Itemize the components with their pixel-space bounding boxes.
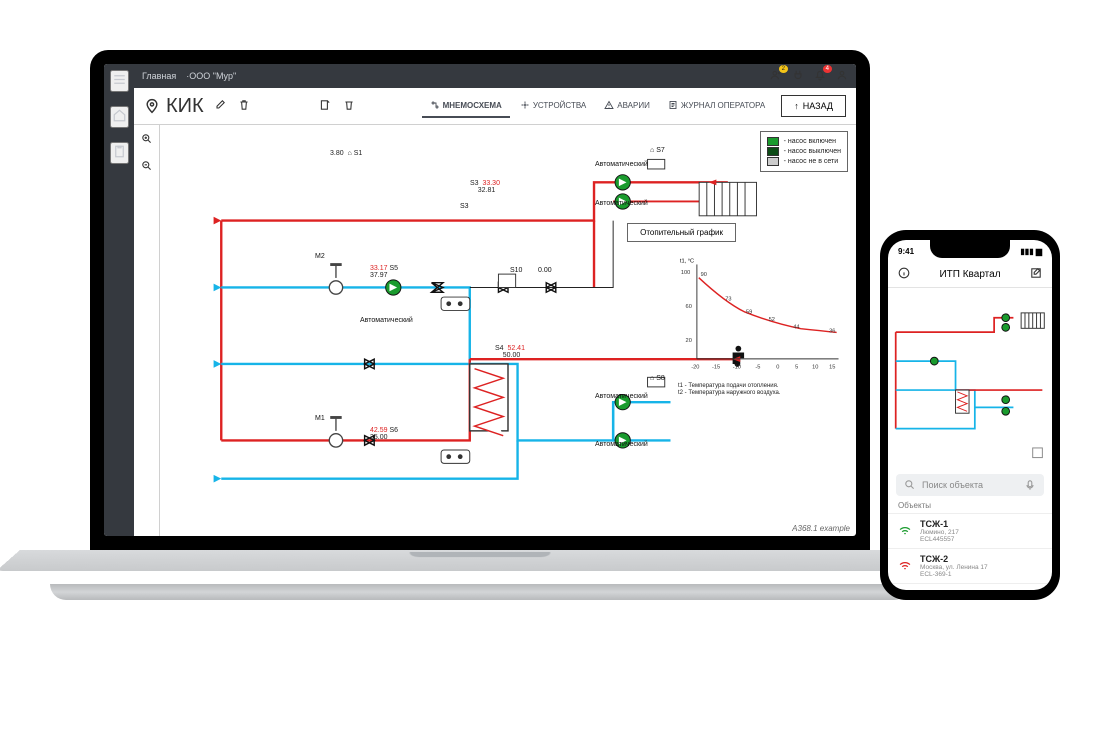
label-auto-5: Автоматический [595, 441, 648, 448]
svg-text:0: 0 [776, 364, 779, 370]
sensor-s4: S4 52.41 50.00 [495, 345, 525, 359]
phone-schematic[interactable] [888, 288, 1052, 468]
svg-text:59: 59 [746, 310, 752, 316]
phone-search-placeholder: Поиск объекта [922, 480, 983, 490]
app-sidebar [104, 64, 134, 536]
crumb-org[interactable]: ООО "Мур" [189, 71, 236, 81]
schematic-canvas[interactable]: 3.80 ⌂ S1 S3 33.30 32.81 S3 Автоматическ… [160, 125, 856, 536]
bell-badge: 4 [823, 65, 832, 73]
object-row-2[interactable]: ТСЖ-2 Москва, ул. Ленина 17 ECL-369-1 [888, 548, 1052, 583]
svg-text:10: 10 [812, 364, 818, 370]
object-row-1[interactable]: ТСЖ-1 Люмино, 217 ECL445557 [888, 513, 1052, 548]
svg-text:15: 15 [829, 364, 835, 370]
svg-text:t1, °C: t1, °C [680, 259, 694, 265]
svg-text:90: 90 [701, 272, 707, 278]
label-s10: S10 [510, 267, 522, 274]
tab-devices[interactable]: УСТРОЙСТВА [512, 94, 594, 118]
edit-icon[interactable] [212, 97, 228, 116]
tab-alarms[interactable]: АВАРИИ [596, 94, 658, 118]
value-s10: 0.00 [538, 267, 552, 274]
tab-log[interactable]: ЖУРНАЛ ОПЕРАТОРА [660, 94, 773, 118]
sensor-s5: 33.17 S537.97 [370, 265, 398, 279]
back-button[interactable]: ↑НАЗАД [781, 95, 846, 117]
phone-mockup: 9:41 ▮▮▮ ▆ ИТП Квартал Пои [880, 230, 1060, 600]
svg-text:-20: -20 [691, 364, 699, 370]
trash-icon[interactable] [236, 97, 252, 116]
phone-search[interactable]: Поиск объекта [896, 474, 1044, 496]
label-m1: M1 [315, 415, 325, 422]
legend: - насос включен - насос выключен - насос… [760, 131, 848, 172]
delete-icon[interactable] [341, 97, 357, 116]
svg-text:36: 36 [829, 328, 835, 334]
label-s3: S3 [460, 203, 469, 210]
heating-chart: 100 60 20 -20 -15 -10 -5 0 5 10 15 90 73 59 52 44 36 t… [678, 255, 848, 405]
user-add-icon[interactable]: 2 [770, 69, 782, 83]
tab-mnemonic[interactable]: МНЕМОСХЕМА [422, 94, 510, 118]
svg-text:60: 60 [686, 304, 692, 310]
phone-section-title: Объекты [888, 498, 1052, 513]
clipboard-icon[interactable] [110, 142, 129, 164]
phone-title: ИТП Квартал [939, 269, 1000, 280]
label-auto-3: Автоматический [360, 317, 413, 324]
bell-icon[interactable]: 4 [814, 69, 826, 83]
edit-icon[interactable] [1030, 267, 1042, 282]
svg-text:5: 5 [795, 364, 798, 370]
sensor-s3: S3 33.30 32.81 [470, 180, 500, 194]
notes-icon[interactable] [317, 97, 333, 116]
label-auto-4: Автоматический [595, 393, 648, 400]
label-m2: M2 [315, 253, 325, 260]
page-title: КИК [144, 95, 204, 118]
tab-bar: МНЕМОСХЕМА УСТРОЙСТВА АВАРИИ ЖУРНАЛ ОПЕР… [422, 94, 774, 118]
signal-icon: ▮▮▮ ▆ [1020, 247, 1042, 256]
svg-text:20: 20 [686, 338, 692, 344]
heating-graph-button[interactable]: Отопительный график [627, 223, 736, 242]
zoom-out-button[interactable] [141, 160, 153, 175]
svg-text:-15: -15 [712, 364, 720, 370]
zoom-toolbar [134, 125, 160, 536]
svg-text:-10: -10 [733, 364, 741, 370]
sensor-s1: 3.80 ⌂ S1 [330, 150, 362, 157]
object-row-3[interactable]: Стенд [888, 583, 1052, 590]
mic-icon[interactable] [1024, 479, 1036, 491]
label-auto-2: Автоматический [595, 200, 648, 207]
sub-header: КИК МНЕМОСХЕМА УСТРОЙСТВА АВАРИИ ЖУРНАЛ … [134, 88, 856, 125]
sensor-s6: 42.59 S635.00 [370, 427, 398, 441]
profile-icon[interactable] [836, 69, 848, 83]
laptop-mockup: Главная · ООО "Мур" 2 4 [90, 50, 870, 660]
zoom-in-button[interactable] [141, 133, 153, 148]
svg-text:100: 100 [681, 270, 690, 276]
label-auto-1: Автоматический [595, 161, 648, 168]
plug-icon[interactable] [792, 69, 804, 83]
top-bar: Главная · ООО "Мур" 2 4 [134, 64, 856, 88]
svg-text:44: 44 [793, 325, 799, 331]
menu-icon[interactable] [110, 70, 129, 92]
crumb-home[interactable]: Главная [142, 71, 176, 81]
user-badge: 2 [779, 65, 788, 73]
label-s7: ⌂ S7 [650, 147, 665, 154]
svg-text:73: 73 [725, 296, 731, 302]
phone-header: ИТП Квартал [888, 262, 1052, 288]
schematic-footer: A368.1 example [792, 524, 850, 533]
phone-notch [930, 240, 1010, 258]
label-s8: ⌂ S8 [650, 375, 665, 382]
svg-text:52: 52 [769, 317, 775, 323]
info-icon[interactable] [898, 267, 910, 282]
svg-text:-5: -5 [755, 364, 760, 370]
home-icon[interactable] [110, 106, 129, 128]
